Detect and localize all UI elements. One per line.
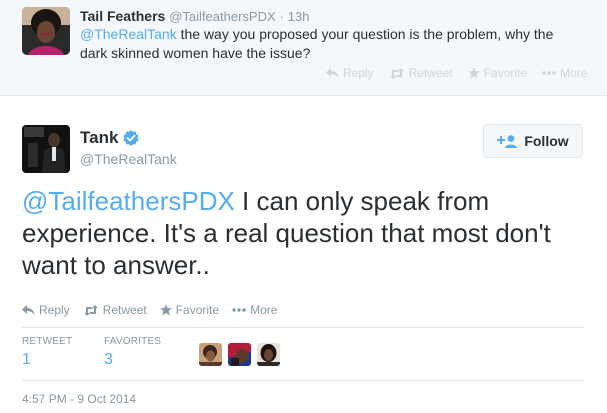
main-author-handle[interactable]: @TheRealTank xyxy=(80,151,177,167)
favorites-stat[interactable]: FAVORITES 3 xyxy=(104,336,161,369)
main-more-button[interactable]: More xyxy=(232,303,277,317)
main-author-avatar[interactable] xyxy=(22,125,70,173)
verified-badge-icon xyxy=(123,130,140,146)
retweet-stat[interactable]: RETWEET 1 xyxy=(22,336,72,369)
star-icon xyxy=(467,67,480,79)
reply-retweet-button[interactable]: Retweet xyxy=(389,66,453,80)
add-user-icon xyxy=(497,134,518,148)
retweet-count: 1 xyxy=(22,351,31,368)
reply-header: Tail Feathers @TailfeathersPDX · 13h xyxy=(80,8,309,24)
retweet-icon xyxy=(389,67,404,79)
reply-author-avatar[interactable] xyxy=(22,7,70,55)
favoriter-avatar[interactable] xyxy=(257,343,280,366)
main-favorite-button[interactable]: Favorite xyxy=(159,303,220,317)
favoriter-avatar[interactable] xyxy=(228,343,251,366)
time-separator: · xyxy=(279,9,284,24)
follow-label: Follow xyxy=(524,133,569,149)
retweet-label: Retweet xyxy=(102,303,147,317)
main-reply-button[interactable]: Reply xyxy=(22,303,70,317)
retweet-label: Retweet xyxy=(408,66,453,80)
main-author-name[interactable]: Tank xyxy=(80,128,118,148)
favorites-stat-label: FAVORITES xyxy=(104,336,162,347)
reply-text: @TheRealTank the way you proposed your q… xyxy=(80,25,580,63)
main-mention-link[interactable]: @TailfeathersPDX xyxy=(22,186,235,216)
more-label: More xyxy=(250,303,278,317)
favorite-label: Favorite xyxy=(175,303,220,317)
retweet-icon xyxy=(83,304,98,316)
main-author-name-row: Tank xyxy=(80,128,140,148)
main-tweet-text: @TailfeathersPDX I can only speak from e… xyxy=(22,185,592,281)
reply-icon xyxy=(326,67,339,78)
reply-mention-link[interactable]: @TheRealTank xyxy=(80,26,177,42)
reply-actions: Reply Retweet Favorite More xyxy=(326,66,587,80)
retweet-stat-label: RETWEET xyxy=(22,336,73,347)
reply-reply-button[interactable]: Reply xyxy=(326,66,374,80)
main-retweet-button[interactable]: Retweet xyxy=(83,303,147,317)
reply-author-handle[interactable]: @TailfeathersPDX xyxy=(169,9,275,24)
favoriter-avatar[interactable] xyxy=(199,343,222,366)
reply-tweet: Tail Feathers @TailfeathersPDX · 13h @Th… xyxy=(0,0,607,96)
tweet-timestamp[interactable]: 4:57 PM - 9 Oct 2014 xyxy=(22,392,136,406)
favorites-count: 3 xyxy=(104,351,113,368)
follow-button[interactable]: Follow xyxy=(483,124,583,158)
more-dots-icon xyxy=(232,308,246,312)
reply-label: Reply xyxy=(343,66,374,80)
reply-label: Reply xyxy=(39,303,70,317)
reply-more-button[interactable]: More xyxy=(542,66,587,80)
reply-icon xyxy=(22,304,35,315)
star-icon xyxy=(159,304,172,316)
stats-top-divider xyxy=(22,327,585,328)
reply-author-name[interactable]: Tail Feathers xyxy=(80,8,165,24)
reply-favorite-button[interactable]: Favorite xyxy=(467,66,528,80)
favorite-label: Favorite xyxy=(483,66,528,80)
stats-bottom-divider xyxy=(22,380,585,381)
reply-time[interactable]: 13h xyxy=(288,9,310,24)
more-label: More xyxy=(560,66,588,80)
more-dots-icon xyxy=(542,71,556,75)
main-tweet-actions: Reply Retweet Favorite More xyxy=(22,303,277,317)
